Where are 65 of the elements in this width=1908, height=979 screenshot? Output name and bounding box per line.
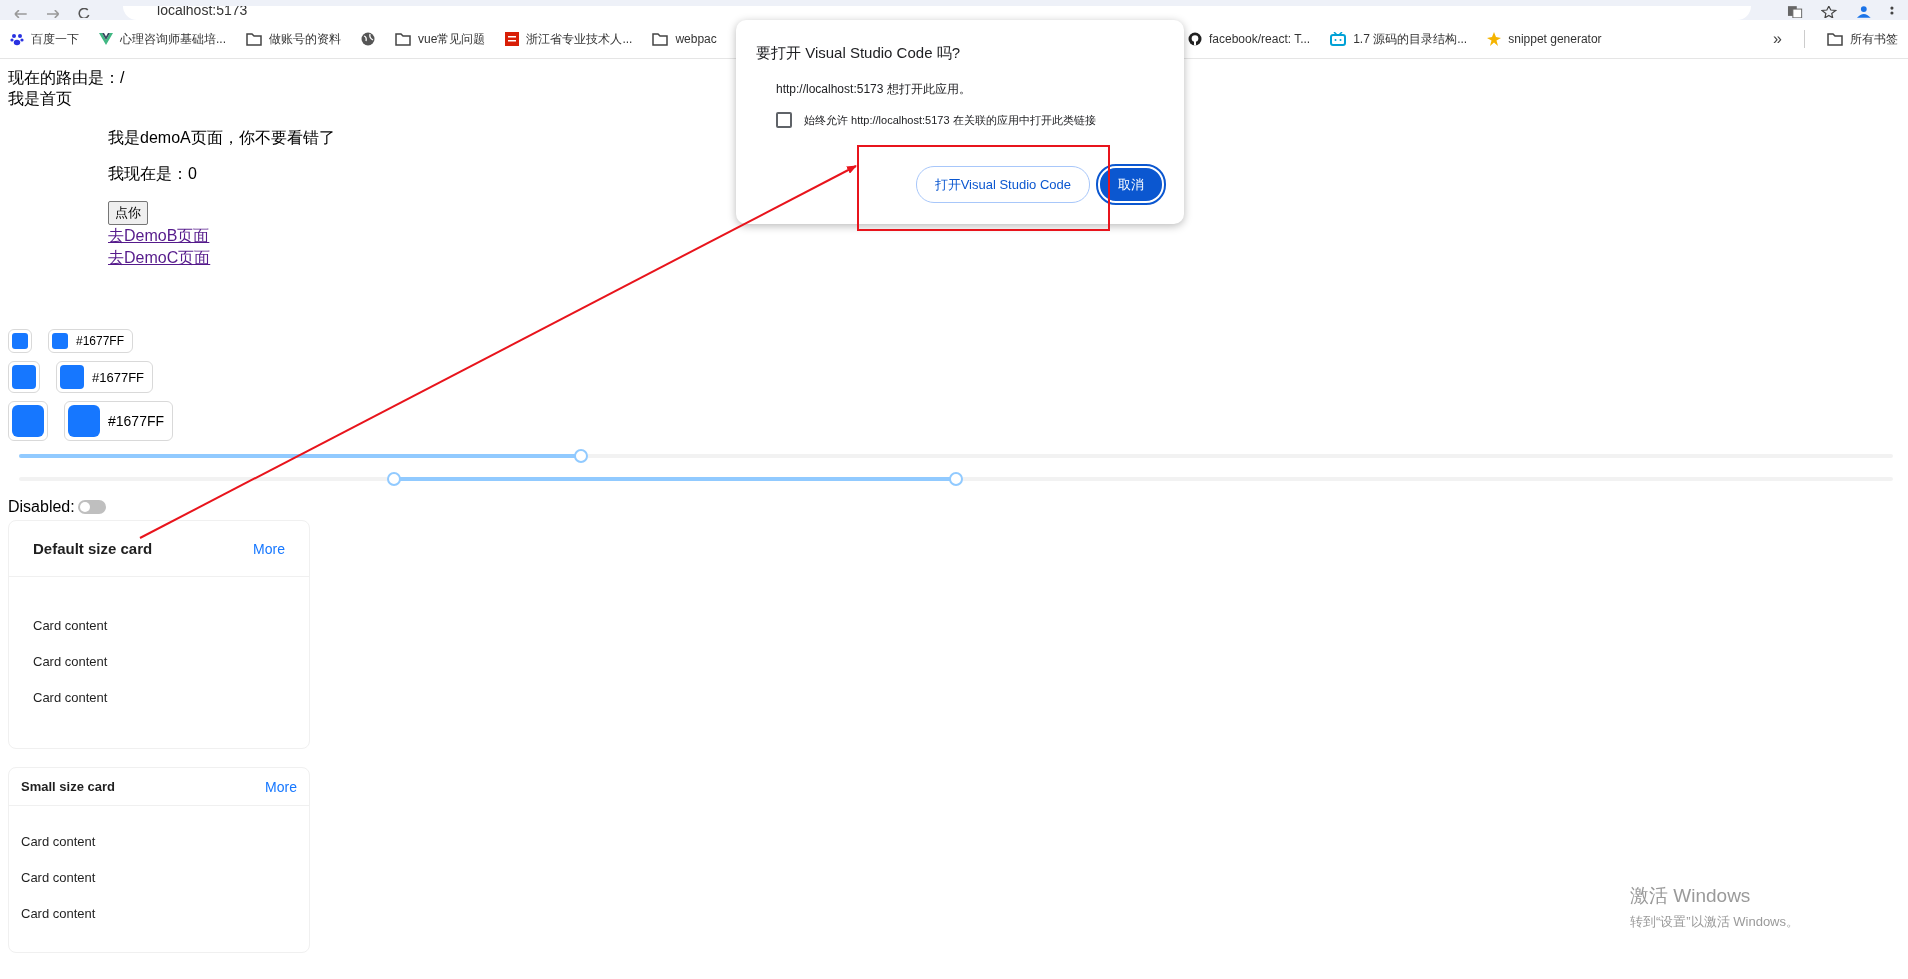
bookmark[interactable]: vue常见问题: [395, 30, 486, 48]
activation-title: 激活 Windows: [1630, 884, 1752, 908]
logo-icon: [505, 32, 520, 46]
checkbox-label: 始终允许 http://localhost:5173 在关联的应用中打开此类链接: [804, 112, 1096, 128]
bookmark[interactable]: snippet generator: [1487, 32, 1602, 46]
sparkle-icon: [1487, 32, 1502, 46]
bookmark[interactable]: 做账号的资料: [246, 30, 341, 48]
dialog-title: 要打开 Visual Studio Code 吗?: [756, 44, 961, 63]
more-bookmarks-button[interactable]: »: [1773, 30, 1782, 48]
bookmark[interactable]: [361, 32, 375, 46]
more-link[interactable]: More: [265, 778, 297, 795]
click-button[interactable]: 点你: [108, 201, 148, 225]
slider-handle[interactable]: [386, 472, 401, 486]
folder-icon: [246, 32, 262, 46]
bookmark[interactable]: 1.7 源码的目录结构...: [1330, 30, 1468, 48]
page-link[interactable]: 去DemoC页面: [108, 247, 211, 269]
star-icon[interactable]: [1820, 6, 1837, 18]
folder-icon: [652, 32, 669, 46]
globe-icon: [361, 32, 375, 46]
paw-icon: [10, 32, 24, 46]
color-picker[interactable]: #1677FF: [64, 401, 174, 441]
color-picker[interactable]: [8, 401, 48, 441]
bookmark[interactable]: 百度一下: [10, 30, 79, 48]
folder-icon: [1827, 32, 1843, 46]
color-picker[interactable]: [8, 329, 32, 353]
v-logo-icon: [99, 32, 113, 46]
toggle-switch[interactable]: [77, 499, 106, 514]
bookmark[interactable]: webpac: [652, 32, 717, 46]
card-text: Card content: [33, 618, 109, 634]
cancel-button[interactable]: 取消: [1098, 166, 1164, 203]
bookmark[interactable]: facebook/react: T...: [1188, 32, 1311, 46]
octocat-icon: [1188, 32, 1202, 46]
color-picker[interactable]: [8, 361, 40, 393]
counter-text: 我现在是：0: [108, 164, 197, 184]
color-picker[interactable]: #1677FF: [56, 361, 154, 393]
color-picker[interactable]: #1677FF: [48, 329, 134, 353]
profile-icon[interactable]: [1854, 6, 1873, 18]
route-text: 现在的路由是：/: [8, 68, 125, 88]
all-bookmarks-button[interactable]: 所有书签: [1827, 30, 1898, 48]
dialog-message: http://localhost:5173 想打开此应用。: [776, 81, 972, 98]
back-icon[interactable]: [14, 10, 28, 18]
card-title: Default size card: [33, 540, 153, 557]
forward-icon[interactable]: [45, 10, 60, 18]
checkbox[interactable]: [776, 112, 792, 128]
page-link[interactable]: 去DemoB页面: [108, 225, 210, 247]
translate-icon[interactable]: [1787, 6, 1803, 18]
slider-handle[interactable]: [574, 449, 589, 463]
activation-subtitle: 转到“设置”以激活 Windows。: [1630, 913, 1799, 931]
card-text: Card content: [21, 834, 97, 850]
reload-icon[interactable]: [77, 8, 91, 18]
bookmark[interactable]: 浙江省专业技术人...: [505, 30, 633, 48]
slider-handle[interactable]: [949, 472, 963, 486]
card-title: Small size card: [21, 779, 115, 794]
bookmark[interactable]: 心理咨询师基础培...: [99, 30, 226, 48]
switch-label: Disabled:: [8, 497, 75, 517]
card-text: Card content: [33, 654, 109, 670]
card-text: Card content: [21, 870, 97, 886]
tv-icon: [1330, 32, 1347, 46]
more-link[interactable]: More: [253, 540, 285, 557]
open-app-button[interactable]: 打开Visual Studio Code: [915, 166, 1090, 203]
home-text: 我是首页: [8, 89, 72, 109]
card-text: Card content: [21, 906, 97, 922]
card-text: Card content: [33, 690, 109, 706]
folder-icon: [395, 32, 411, 46]
demo-heading: 我是demoA页面，你不要看错了: [108, 128, 335, 148]
